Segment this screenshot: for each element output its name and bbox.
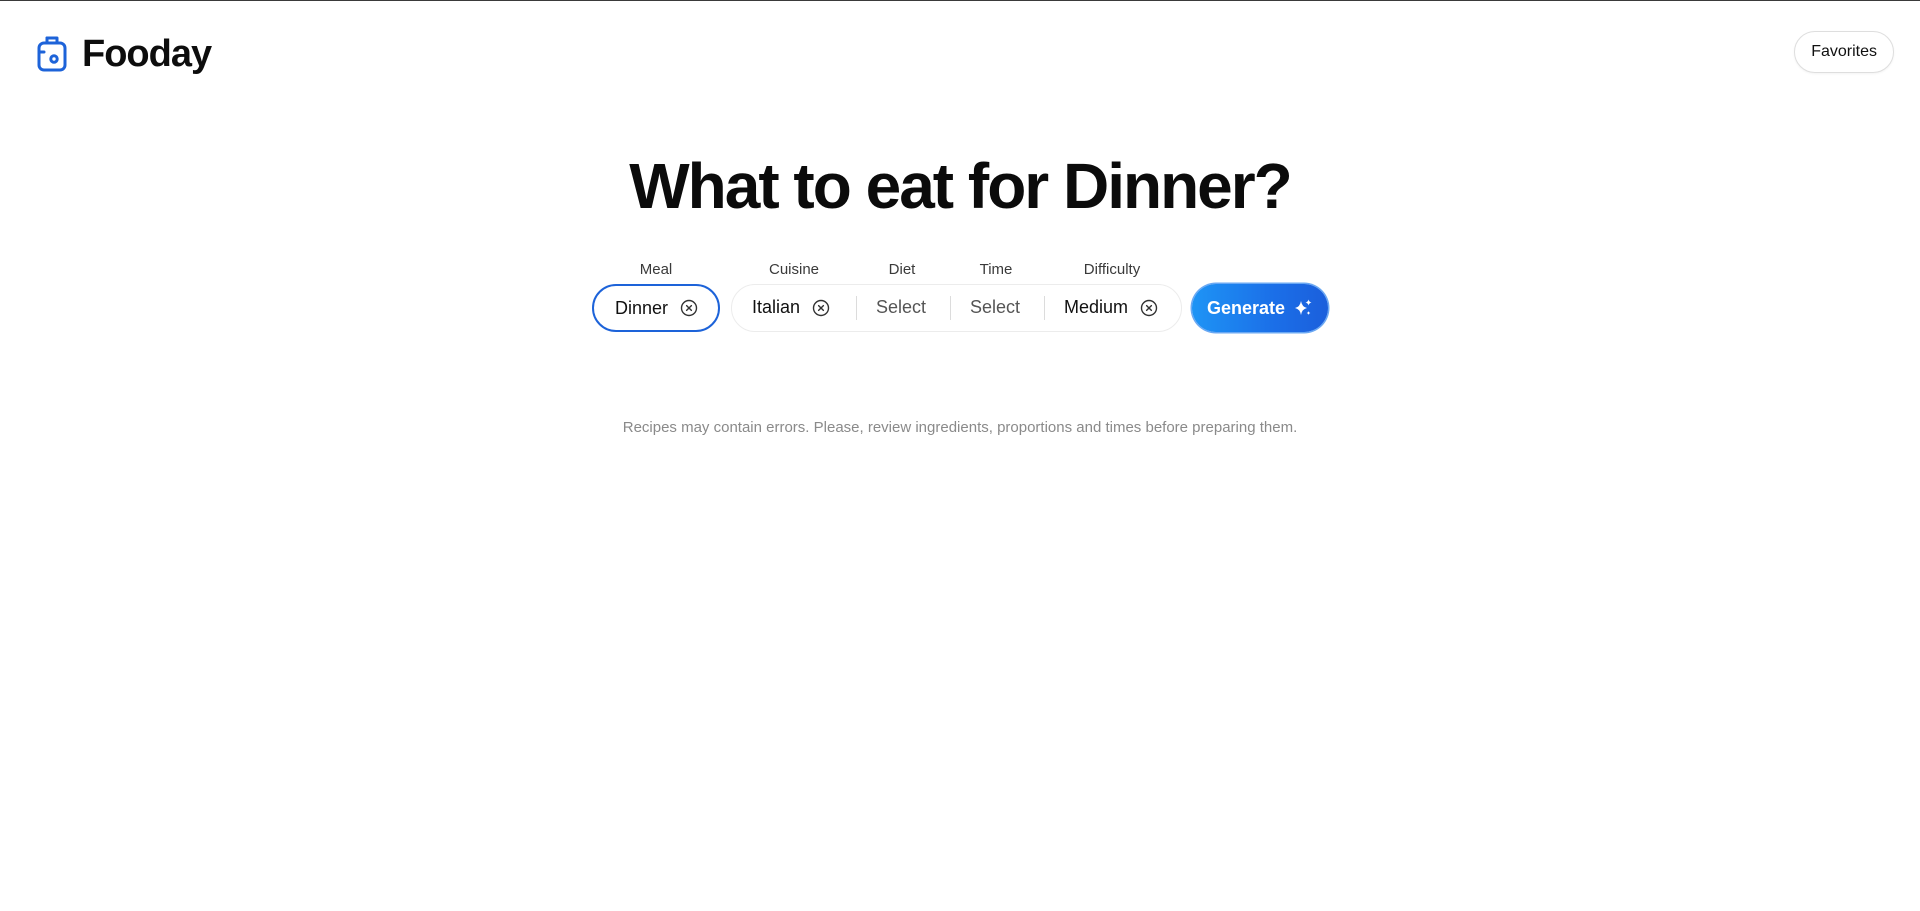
page-title: What to eat for Dinner? — [629, 150, 1293, 222]
recipe-filters: Meal Cuisine Diet Time Difficulty Dinner… — [592, 261, 1328, 333]
divider — [1044, 296, 1045, 320]
time-label: Time — [979, 261, 1013, 278]
diet-select[interactable]: Select — [876, 285, 926, 330]
divider — [950, 296, 951, 320]
meal-value: Dinner — [615, 297, 669, 318]
cuisine-label: Cuisine — [768, 261, 820, 278]
difficulty-label: Difficulty — [1083, 261, 1141, 278]
cuisine-value: Italian — [752, 297, 801, 317]
clear-cuisine-icon[interactable] — [812, 299, 830, 317]
cuisine-select[interactable]: Italian — [752, 285, 830, 330]
generate-button[interactable]: Generate — [1192, 284, 1328, 332]
time-select[interactable]: Select — [970, 285, 1020, 330]
fridge-icon — [37, 36, 67, 72]
difficulty-select[interactable]: Medium — [1064, 285, 1158, 330]
disclaimer-text: Recipes may contain errors. Please, revi… — [622, 419, 1298, 436]
sparkle-icon — [1295, 299, 1312, 315]
meal-label: Meal — [639, 261, 673, 278]
brand-name: Fooday — [82, 33, 212, 75]
brand-logo[interactable]: Fooday — [36, 32, 212, 76]
favorites-button[interactable]: Favorites — [1794, 31, 1894, 73]
meal-select[interactable]: Dinner — [592, 284, 720, 332]
clear-difficulty-icon[interactable] — [1140, 299, 1158, 317]
diet-label: Diet — [888, 261, 916, 278]
generate-label: Generate — [1206, 297, 1286, 318]
time-placeholder: Select — [970, 297, 1021, 317]
filter-group: Italian Select Select Medium — [731, 284, 1182, 332]
divider — [856, 296, 857, 320]
difficulty-value: Medium — [1064, 297, 1129, 317]
app-header: Fooday Favorites — [0, 0, 1920, 100]
diet-placeholder: Select — [876, 297, 927, 317]
clear-meal-icon[interactable] — [680, 299, 698, 317]
